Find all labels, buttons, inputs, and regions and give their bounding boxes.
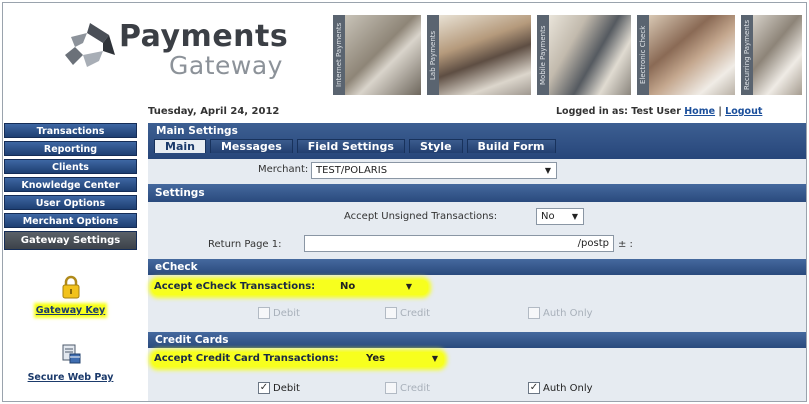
- current-date: Tuesday, April 24, 2012: [148, 106, 280, 117]
- sidebar-item-merchant-options[interactable]: Merchant Options: [4, 213, 137, 228]
- return-page-tail: ± :: [618, 239, 633, 250]
- banner-strip-label: Internet Payments: [333, 15, 345, 95]
- credit-credit-checkbox[interactable]: Credit: [385, 382, 430, 394]
- header-banner: Internet Payments Lab Payments Mobile Pa…: [333, 15, 806, 95]
- chevron-down-icon: ▼: [571, 212, 578, 221]
- credit-credit-label: Credit: [400, 382, 431, 394]
- checkbox-box: ✓: [528, 382, 540, 394]
- echeck-debit-checkbox[interactable]: Debit: [258, 307, 300, 319]
- echeck-debit-label: Debit: [273, 307, 300, 319]
- logged-in-label: Logged in as:: [556, 106, 628, 117]
- chevron-down-icon: ▼: [544, 166, 551, 175]
- credit-debit-checkbox[interactable]: ✓ Debit: [258, 382, 300, 394]
- login-status: Logged in as: Test User Home | Logout: [556, 106, 762, 117]
- banner-strip-label: Recurring Payments: [741, 15, 753, 95]
- sidebar-item-transactions[interactable]: Transactions: [4, 123, 137, 138]
- logo: Payments Gateway: [63, 17, 293, 87]
- checkbox-box: [385, 382, 397, 394]
- checkbox-box: ✓: [258, 382, 270, 394]
- banner-photo-lab: Lab Payments: [427, 15, 531, 95]
- unsigned-transactions-label: Accept Unsigned Transactions:: [344, 211, 498, 222]
- sidebar: Transactions Reporting Clients Knowledge…: [3, 123, 138, 253]
- app-window: Payments Gateway Internet Payments Lab P…: [2, 2, 807, 402]
- tab-messages[interactable]: Messages: [209, 139, 293, 153]
- secure-web-pay-label[interactable]: Secure Web Pay: [28, 372, 114, 383]
- sidebar-item-gateway-settings[interactable]: Gateway Settings: [4, 231, 137, 250]
- payments-logo-icon: [65, 23, 115, 67]
- merchant-label: Merchant:: [258, 164, 309, 175]
- unsigned-transactions-value: No: [541, 211, 555, 222]
- logout-link[interactable]: Logout: [725, 106, 762, 117]
- brand-name: Payments: [119, 19, 289, 54]
- sidebar-item-user-options[interactable]: User Options: [4, 195, 137, 210]
- chevron-down-icon: ▼: [405, 282, 412, 291]
- echeck-auth-only-label: Auth Only: [543, 307, 593, 319]
- settings-section-header: Settings: [148, 184, 806, 202]
- echeck-section-header: eCheck: [148, 259, 806, 275]
- settings-tabs-bar: Main Settings Main Messages Field Settin…: [148, 123, 806, 159]
- tab-field-settings[interactable]: Field Settings: [296, 139, 405, 153]
- main-panel: Main Settings Main Messages Field Settin…: [148, 123, 806, 401]
- merchant-value: TEST/POLARIS: [316, 165, 388, 176]
- checkbox-box: [385, 307, 397, 319]
- echeck-credit-label: Credit: [400, 307, 431, 319]
- banner-photo-mobile: Mobile Payments: [537, 15, 631, 95]
- secure-web-pay-icon: [62, 344, 80, 364]
- credit-accept-label: Accept Credit Card Transactions:: [154, 353, 339, 364]
- gateway-key-label[interactable]: Gateway Key: [35, 305, 106, 316]
- merchant-row: Merchant: TEST/POLARIS ▼: [148, 160, 806, 182]
- link-separator: |: [718, 106, 722, 117]
- return-page-label: Return Page 1:: [208, 239, 282, 250]
- credit-auth-only-label: Auth Only: [543, 382, 593, 394]
- echeck-credit-checkbox[interactable]: Credit: [385, 307, 430, 319]
- main-settings-title: Main Settings: [156, 125, 238, 137]
- return-page-input[interactable]: /postp: [304, 235, 614, 252]
- echeck-accept-select[interactable]: No ▼: [336, 279, 420, 296]
- chevron-down-icon: ▼: [431, 354, 438, 363]
- home-link[interactable]: Home: [684, 106, 715, 117]
- user-name: Test User: [631, 106, 681, 117]
- banner-strip-label: Electronic Check: [637, 15, 649, 95]
- sidebar-item-reporting[interactable]: Reporting: [4, 141, 137, 156]
- tab-style[interactable]: Style: [408, 139, 463, 153]
- checkbox-box: [258, 307, 270, 319]
- lock-icon: [62, 275, 79, 299]
- gateway-key-tool[interactable]: Gateway Key: [3, 275, 138, 316]
- credit-auth-only-checkbox[interactable]: ✓ Auth Only: [528, 382, 593, 394]
- credit-accept-value: Yes: [366, 353, 386, 364]
- unsigned-transactions-select[interactable]: No ▼: [536, 208, 584, 225]
- credit-cards-section-header: Credit Cards: [148, 332, 806, 348]
- return-page-value: /postp: [577, 238, 609, 249]
- sidebar-item-knowledge-center[interactable]: Knowledge Center: [4, 177, 137, 192]
- banner-photo-recurring: Recurring Payments: [741, 15, 802, 95]
- tab-list: Main Messages Field Settings Style Build…: [154, 139, 560, 153]
- banner-strip-label: Mobile Payments: [537, 15, 549, 95]
- tab-build-form[interactable]: Build Form: [466, 139, 556, 153]
- banner-strip-label: Lab Payments: [427, 15, 439, 95]
- credit-debit-label: Debit: [273, 382, 300, 394]
- merchant-select[interactable]: TEST/POLARIS ▼: [311, 162, 557, 179]
- secure-web-pay-tool[interactable]: Secure Web Pay: [3, 343, 138, 383]
- banner-photo-echeck: Electronic Check: [637, 15, 735, 95]
- echeck-accept-label: Accept eCheck Transactions:: [154, 281, 316, 292]
- credit-accept-select[interactable]: Yes ▼: [362, 351, 446, 368]
- echeck-auth-only-checkbox[interactable]: Auth Only: [528, 307, 593, 319]
- header: Payments Gateway Internet Payments Lab P…: [3, 3, 806, 103]
- banner-photo-internet: Internet Payments: [333, 15, 421, 95]
- echeck-accept-value: No: [340, 281, 356, 292]
- checkbox-box: [528, 307, 540, 319]
- sidebar-item-clients[interactable]: Clients: [4, 159, 137, 174]
- tab-main[interactable]: Main: [154, 139, 206, 153]
- brand-subtitle: Gateway: [169, 51, 283, 80]
